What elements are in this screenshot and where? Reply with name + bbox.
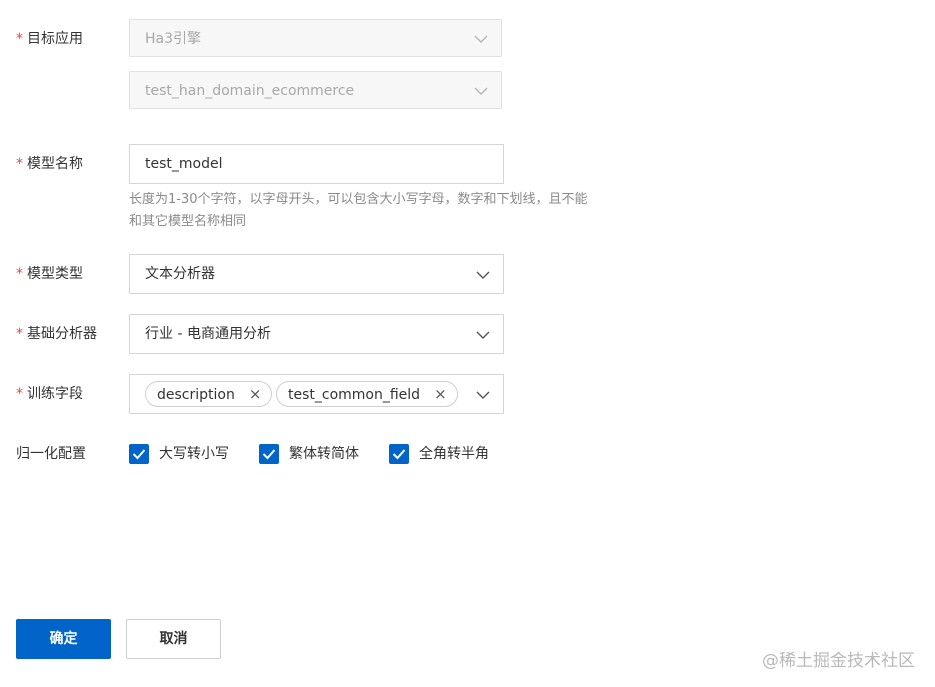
required-mark: * [16, 156, 23, 172]
check-icon [262, 449, 276, 460]
target-app-label: * 目标应用 [16, 29, 83, 49]
check-icon [132, 449, 146, 460]
chevron-down-icon [473, 31, 489, 47]
base-analyzer-select[interactable]: 行业 - 电商通用分析 [129, 314, 504, 354]
tag-label: description [157, 387, 235, 403]
model-type-label: * 模型类型 [16, 264, 83, 284]
required-mark: * [16, 266, 23, 282]
close-icon[interactable]: × [249, 382, 262, 406]
confirm-button[interactable]: 确定 [16, 619, 111, 659]
checkbox-label[interactable]: 大写转小写 [159, 444, 229, 464]
base-analyzer-label-text: 基础分析器 [27, 326, 97, 342]
normalization-options: 大写转小写 繁体转简体 全角转半角 [0, 444, 935, 466]
chevron-down-icon [475, 267, 491, 283]
tag-test-common-field: test_common_field × [276, 381, 458, 407]
tag-description: description × [145, 381, 273, 407]
instance-select-value: test_han_domain_ecommerce [145, 83, 355, 99]
required-mark: * [16, 326, 23, 342]
cancel-button[interactable]: 取消 [126, 619, 221, 659]
train-fields-label-text: 训练字段 [27, 386, 83, 402]
model-name-input-value: test_model [145, 156, 223, 172]
watermark: @稀土掘金技术社区 [762, 651, 915, 671]
engine-select[interactable]: Ha3引擎 [129, 19, 502, 57]
checkbox-label[interactable]: 繁体转简体 [289, 444, 359, 464]
checkbox-label[interactable]: 全角转半角 [419, 444, 489, 464]
required-mark: * [16, 31, 23, 47]
train-fields-label: * 训练字段 [16, 384, 83, 404]
checkbox-uppercase-to-lowercase[interactable] [129, 444, 149, 464]
checkbox-fullwidth-to-halfwidth[interactable] [389, 444, 409, 464]
model-name-label: * 模型名称 [16, 154, 83, 174]
model-type-select[interactable]: 文本分析器 [129, 254, 504, 294]
model-name-label-text: 模型名称 [27, 156, 83, 172]
required-mark: * [16, 386, 23, 402]
train-fields-select[interactable]: description × test_common_field × [129, 374, 504, 414]
model-name-hint: 长度为1-30个字符，以字母开头，可以包含大小写字母，数字和下划线，且不能和其它… [129, 192, 588, 229]
check-icon [392, 449, 406, 460]
chevron-down-icon [473, 83, 489, 99]
base-analyzer-select-value: 行业 - 电商通用分析 [145, 326, 271, 342]
instance-select[interactable]: test_han_domain_ecommerce [129, 71, 502, 109]
model-name-input[interactable]: test_model [129, 144, 504, 184]
chevron-down-icon [475, 387, 491, 403]
engine-select-value: Ha3引擎 [145, 31, 202, 47]
base-analyzer-label: * 基础分析器 [16, 324, 97, 344]
model-type-select-value: 文本分析器 [145, 266, 215, 282]
target-app-label-text: 目标应用 [27, 31, 83, 47]
close-icon[interactable]: × [434, 382, 447, 406]
model-type-label-text: 模型类型 [27, 266, 83, 282]
checkbox-traditional-to-simplified[interactable] [259, 444, 279, 464]
tag-label: test_common_field [288, 387, 421, 403]
chevron-down-icon [475, 327, 491, 343]
